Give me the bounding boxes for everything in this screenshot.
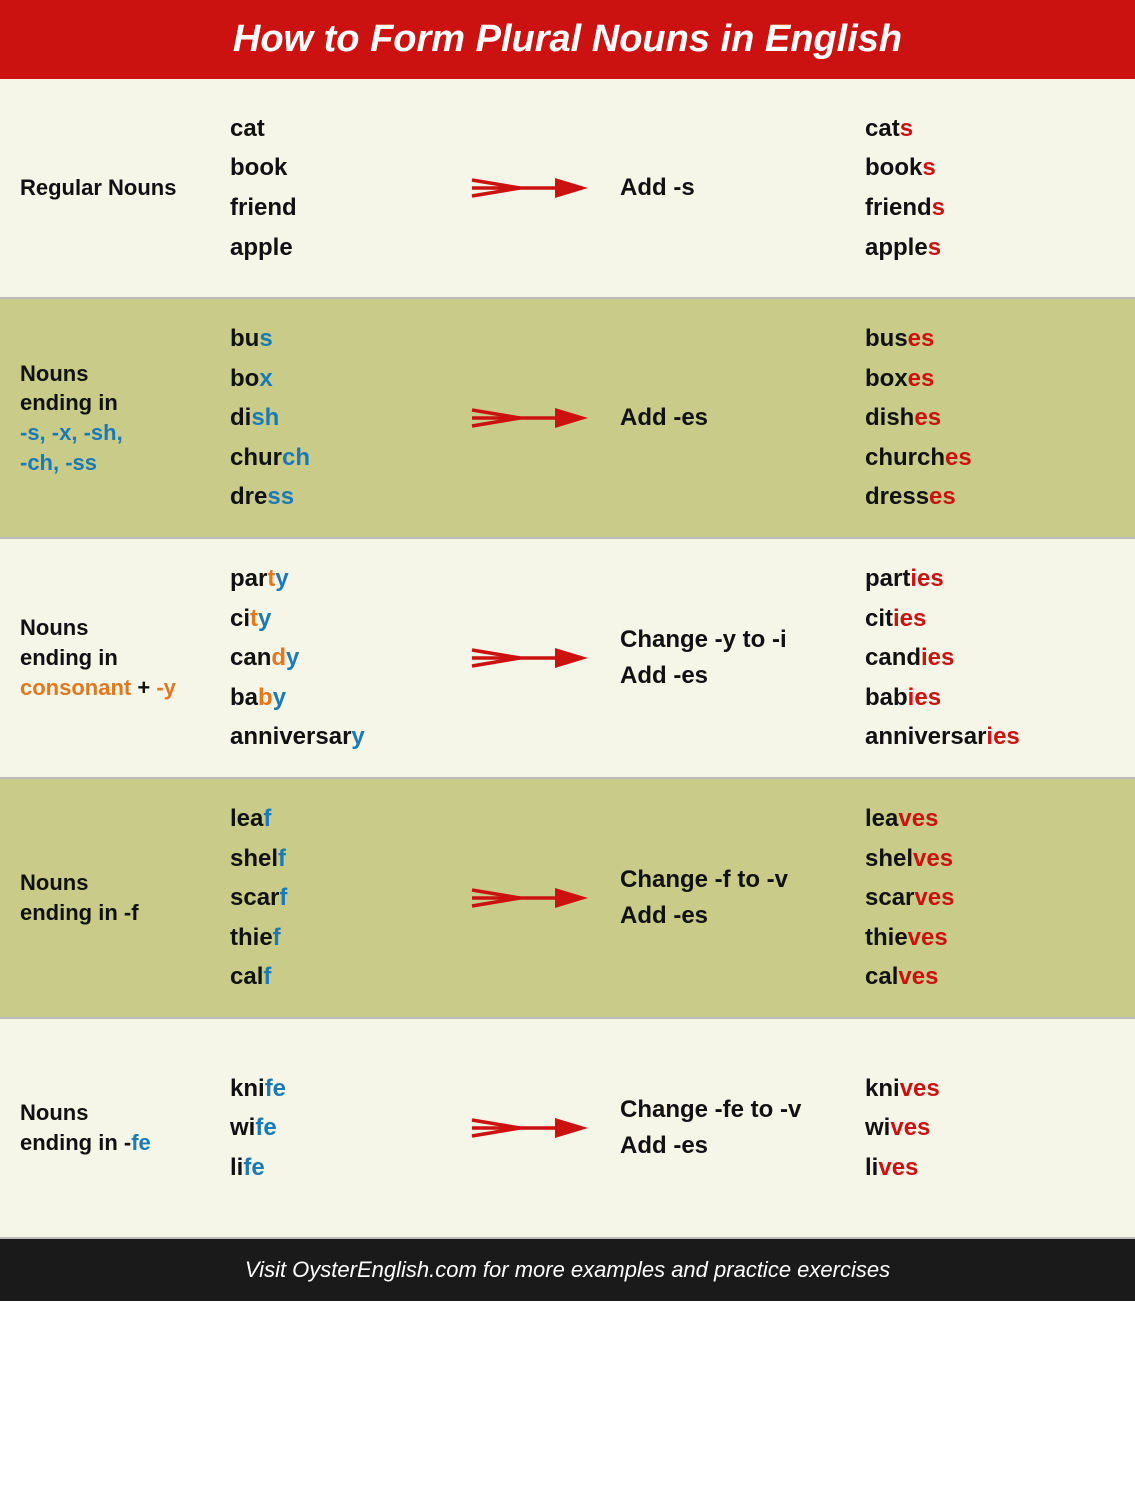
rule-text-regular: Add -s [610, 150, 855, 226]
table-container: Regular Nouns catbookfriendapple Add -s … [0, 79, 1135, 1239]
rule-regular: Regular Nouns [0, 153, 220, 223]
plurals-regular: cats books friends apples [855, 89, 1135, 287]
row-consonanty: Nounsending inconsonant + -y party city … [0, 539, 1135, 779]
plurals-endinginf: leaves shelves scarves thieves calves [855, 779, 1135, 1017]
arrow-endinginf [450, 880, 610, 916]
row-regular: Regular Nouns catbookfriendapple Add -s … [0, 79, 1135, 299]
arrow-consonanty [450, 640, 610, 676]
row-sxshchss: Nounsending in-s, -x, -sh,-ch, -ss bus b… [0, 299, 1135, 539]
rule-text-endingfe: Change -fe to -vAdd -es [610, 1072, 855, 1184]
arrow-endingfe [450, 1110, 610, 1146]
rule-text-sxshchss: Add -es [610, 380, 855, 456]
rule-endingfe: Nounsending in -fe [0, 1078, 220, 1177]
plurals-sxshchss: buses boxes dishes churches dresses [855, 299, 1135, 537]
row-endingfe: Nounsending in -fe knife wife life Chang… [0, 1019, 1135, 1239]
examples-regular: catbookfriendapple [220, 89, 450, 287]
rule-text-endinginf: Change -f to -vAdd -es [610, 842, 855, 954]
arrow-sxshchss [450, 400, 610, 436]
footer-text: Visit OysterEnglish.com for more example… [0, 1239, 1135, 1301]
page-wrapper: How to Form Plural Nouns in English Regu… [0, 0, 1135, 1301]
examples-endingfe: knife wife life [220, 1049, 450, 1208]
examples-sxshchss: bus box dish church dress [220, 299, 450, 537]
rule-text-consonanty: Change -y to -iAdd -es [610, 602, 855, 714]
plurals-consonanty: parties cities candies babies anniversar… [855, 539, 1135, 777]
examples-endinginf: leaf shelf scarf thief calf [220, 779, 450, 1017]
row-endinginf: Nounsending in -f leaf shelf scarf thief… [0, 779, 1135, 1019]
plurals-endingfe: knives wives lives [855, 1049, 1135, 1208]
rule-sxshchss: Nounsending in-s, -x, -sh,-ch, -ss [0, 339, 220, 498]
rule-endinginf: Nounsending in -f [0, 848, 220, 947]
arrow-regular [450, 170, 610, 206]
rule-consonanty: Nounsending inconsonant + -y [0, 593, 220, 722]
page-title: How to Form Plural Nouns in English [0, 0, 1135, 79]
examples-consonanty: party city candy baby anniversary [220, 539, 450, 777]
